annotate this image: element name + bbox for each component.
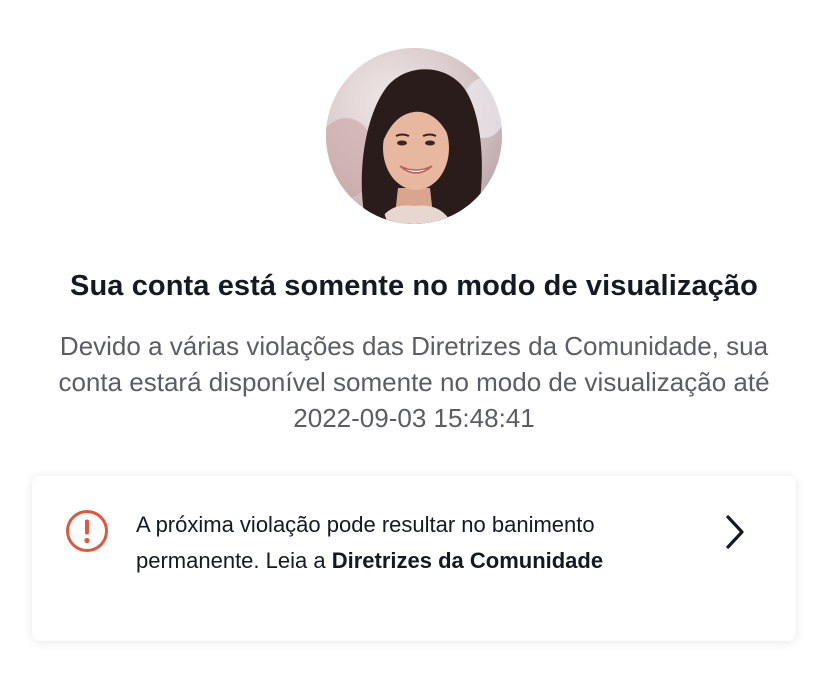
status-description: Devido a várias violações das Diretrizes…	[58, 331, 770, 433]
warning-card[interactable]: A próxima violação pode resultar no bani…	[32, 476, 796, 641]
chevron-right-icon[interactable]	[720, 513, 750, 551]
community-guidelines-link[interactable]: Diretrizes da Comunidade	[332, 548, 603, 573]
profile-photo	[326, 48, 502, 224]
page-title: Sua conta está somente no modo de visual…	[70, 270, 758, 302]
account-status-screen: Sua conta está somente no modo de visual…	[0, 0, 828, 675]
warning-text: A próxima violação pode resultar no bani…	[136, 507, 656, 579]
avatar	[326, 48, 502, 224]
alert-circle-icon	[65, 509, 109, 553]
